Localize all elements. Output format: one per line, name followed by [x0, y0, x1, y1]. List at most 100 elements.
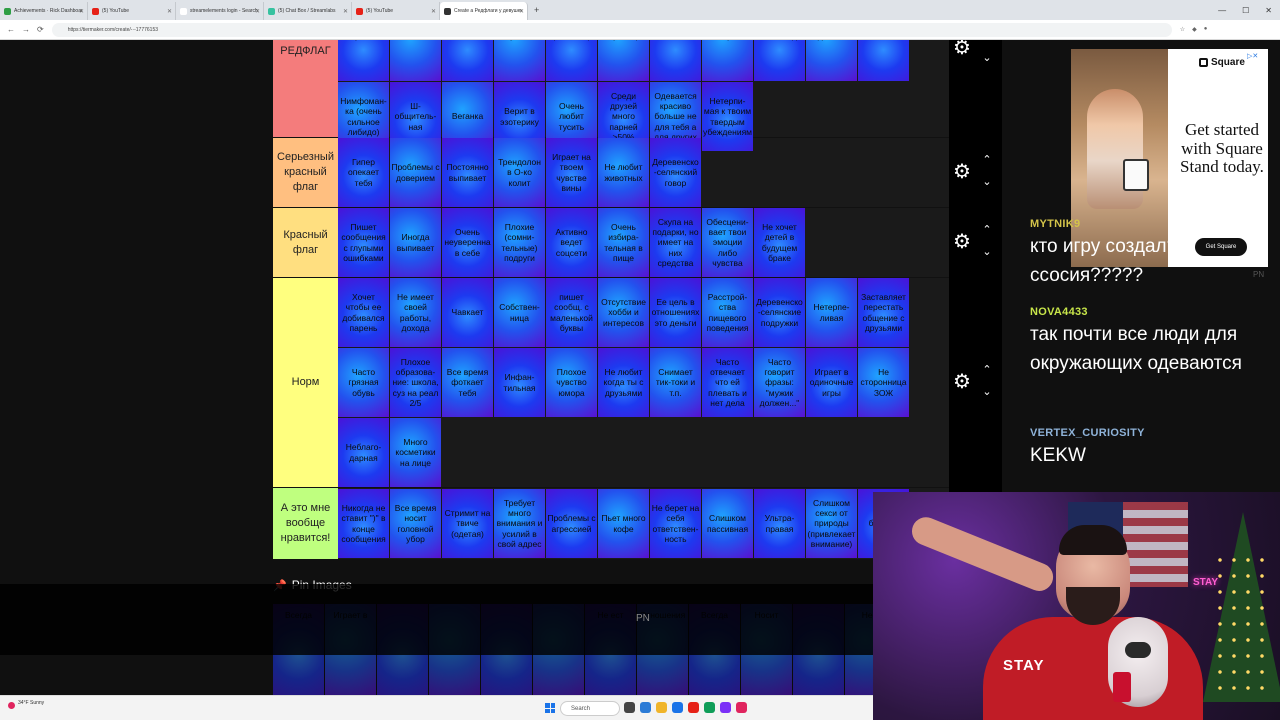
start-icon[interactable]: [545, 703, 555, 713]
tier-item-tile[interactable]: Постоянно выпивает: [442, 138, 493, 207]
tier-item-tile[interactable]: (хот табс): [546, 40, 597, 81]
move-up-icon[interactable]: ⌃: [979, 364, 995, 376]
move-down-icon[interactable]: ⌄: [979, 246, 995, 258]
tier-item-tile[interactable]: Обесцени-вает твои эмоции либо чувства: [702, 208, 753, 277]
tier-item-tile[interactable]: Проблемы с доверием: [390, 138, 441, 207]
tier-item-tile[interactable]: Много косметики на лице: [390, 418, 441, 487]
weather-widget[interactable]: 34°F Sunny: [18, 700, 44, 706]
tier-item-tile[interactable]: Все время носит головной убор: [390, 489, 441, 558]
gear-icon[interactable]: ⚙: [953, 232, 973, 252]
tier-item-tile[interactable]: Играет на твоем чувстве вины: [546, 138, 597, 207]
tier-item-tile[interactable]: терп: [702, 40, 753, 81]
star-icon[interactable]: ☆: [1180, 26, 1185, 33]
tier-item-tile[interactable]: пишет сообщ. с маленькой буквы: [546, 278, 597, 347]
tier-label[interactable]: Норм: [273, 278, 338, 487]
tier-item-tile[interactable]: Не имеет своей работы, дохода: [390, 278, 441, 347]
browser-tab[interactable]: (5) YouTube ✕: [352, 2, 440, 20]
url-field[interactable]: https://tiermaker.com/create/-·-17776153: [51, 22, 1172, 37]
close-window-button[interactable]: ✕: [1265, 6, 1272, 15]
tier-item-tile[interactable]: Часто отвечает что ей плевать и нет дела: [702, 348, 753, 417]
tier-item-tile[interactable]: лировать: [338, 40, 389, 81]
tier-label[interactable]: РЕДФЛАГ: [273, 40, 338, 137]
tier-item-tile[interactable]: в бывший: [858, 40, 909, 81]
tier-item-tile[interactable]: одиночка: [806, 40, 857, 81]
tab-close-icon[interactable]: ✕: [343, 8, 348, 15]
tier-item-tile[interactable]: Скупа на подарки, но имеет на них средст…: [650, 208, 701, 277]
move-up-icon[interactable]: ⌃: [979, 154, 995, 166]
tier-item-tile[interactable]: Инфан-тильная: [494, 348, 545, 417]
tier-item-tile[interactable]: Слишком секси от природы (привлекает вни…: [806, 489, 857, 558]
tier-item-tile[interactable]: [390, 40, 441, 81]
move-down-icon[interactable]: ⌄: [979, 52, 995, 64]
move-down-icon[interactable]: ⌄: [979, 386, 995, 398]
tier-item-tile[interactable]: Собствен-ница: [494, 278, 545, 347]
tier-label[interactable]: Красный флаг: [273, 208, 338, 277]
browser-tab[interactable]: streamelements login - Search ✕: [176, 2, 264, 20]
tier-item-tile[interactable]: Деревенско -селянские подружки: [754, 278, 805, 347]
gear-icon[interactable]: ⚙: [953, 162, 973, 182]
taskbar-app-icon[interactable]: [736, 702, 747, 713]
tier-item-tile[interactable]: Расстрой-ства пищевого поведения: [702, 278, 753, 347]
tab-close-icon[interactable]: ✕: [431, 8, 436, 15]
tier-item-tile[interactable]: каком виде: [754, 40, 805, 81]
tier-item-tile[interactable]: границ: [598, 40, 649, 81]
tab-close-icon[interactable]: ✕: [519, 8, 524, 15]
ad-choices-icon[interactable]: ▷✕: [1247, 52, 1258, 60]
extension-icon[interactable]: ◆: [1192, 26, 1197, 33]
gear-icon[interactable]: ⚙: [953, 40, 973, 58]
gear-icon[interactable]: ⚙: [953, 372, 973, 392]
taskbar-app-icon[interactable]: [656, 702, 667, 713]
tier-item-tile[interactable]: Левачка: [442, 40, 493, 81]
maximize-button[interactable]: ☐: [1242, 6, 1249, 15]
tier-item-tile[interactable]: Нетерпе-ливая: [806, 278, 857, 347]
tier-item-tile[interactable]: Не хочет детей в будущем браке: [754, 208, 805, 277]
tier-label[interactable]: А это мне вообще нравится!: [273, 488, 338, 559]
tier-item-tile[interactable]: Играет в одиночные игры: [806, 348, 857, 417]
taskbar-app-icon[interactable]: [624, 702, 635, 713]
tier-item-tile[interactable]: вающий персонал: [494, 40, 545, 81]
browser-tab[interactable]: Create a Редфлаги у девушек Ti…✕: [440, 2, 528, 20]
tier-item-tile[interactable]: Не любит когда ты с друзьями: [598, 348, 649, 417]
tier-item-tile[interactable]: Пишет сообщения с глупыми ошибками: [338, 208, 389, 277]
tier-item-tile[interactable]: Не берет на себя ответствен-ность: [650, 489, 701, 558]
tier-item-tile[interactable]: Заставляет перестать общение с друзьями: [858, 278, 909, 347]
taskbar-app-icon[interactable]: [688, 702, 699, 713]
tab-close-icon[interactable]: ✕: [167, 8, 172, 15]
tier-item-tile[interactable]: Иногда выпивает: [390, 208, 441, 277]
reload-icon[interactable]: ⟳: [37, 25, 44, 34]
tier-item-tile[interactable]: Очень избира-тельная в пище: [598, 208, 649, 277]
browser-tab[interactable]: Achievements · Rick Dashboard ✕: [0, 2, 88, 20]
tier-item-tile[interactable]: Пьет много кофе: [598, 489, 649, 558]
tier-item-tile[interactable]: Хочет чтобы ее добивался парень: [338, 278, 389, 347]
tab-close-icon[interactable]: ✕: [79, 8, 84, 15]
tier-item-tile[interactable]: Плохое образова-ние: школа, суз на реал …: [390, 348, 441, 417]
tier-item-tile[interactable]: Гипер опекает тебя: [338, 138, 389, 207]
profile-icon[interactable]: ●: [1204, 26, 1208, 33]
tier-item-tile[interactable]: Часто говорит фразы: "мужик должен...": [754, 348, 805, 417]
tab-close-icon[interactable]: ✕: [255, 8, 260, 15]
tier-item-tile[interactable]: Требует много внимания и усилий в свой а…: [494, 489, 545, 558]
tier-item-tile[interactable]: Трендолон в О-ко колит: [494, 138, 545, 207]
tier-item-tile[interactable]: Проблемы с агрессией: [546, 489, 597, 558]
taskbar-app-icon[interactable]: [720, 702, 731, 713]
tier-item-tile[interactable]: Слишком пассивная: [702, 489, 753, 558]
move-down-icon[interactable]: ⌄: [979, 176, 995, 188]
browser-tab[interactable]: (5) Chat Box / Streamlabs ✕: [264, 2, 352, 20]
tier-item-tile[interactable]: Плохие (сомни-тельные) подруги: [494, 208, 545, 277]
tier-item-tile[interactable]: Стримит на твиче (одетая): [442, 489, 493, 558]
tier-item-tile[interactable]: Плохое чувство юмора: [546, 348, 597, 417]
tier-item-tile[interactable]: не путые бывшие: [650, 40, 701, 81]
forward-icon[interactable]: →: [22, 25, 30, 34]
tier-item-tile[interactable]: Неблаго-дарная: [338, 418, 389, 487]
tier-item-tile[interactable]: Снимает тик-токи и т.п.: [650, 348, 701, 417]
tier-label[interactable]: Серьезный красный флаг: [273, 138, 338, 207]
tier-item-tile[interactable]: Деревенско -селянский говор: [650, 138, 701, 207]
move-up-icon[interactable]: ⌃: [979, 40, 995, 42]
taskbar-app-icon[interactable]: [672, 702, 683, 713]
back-icon[interactable]: ←: [7, 25, 15, 34]
browser-tab[interactable]: (5) YouTube ✕: [88, 2, 176, 20]
tier-item-tile[interactable]: Чавкает: [442, 278, 493, 347]
move-up-icon[interactable]: ⌃: [979, 224, 995, 236]
taskbar-app-icon[interactable]: [640, 702, 651, 713]
tier-item-tile[interactable]: Все время фоткает тебя: [442, 348, 493, 417]
